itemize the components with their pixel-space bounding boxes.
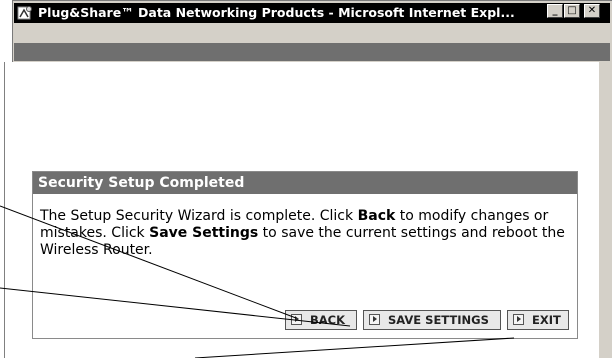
- title-bar[interactable]: Plug&Share™ Data Networking Products - M…: [14, 3, 610, 23]
- save-settings-button-label: SAVE SETTINGS: [388, 313, 489, 327]
- maximize-button[interactable]: □: [564, 4, 580, 18]
- minimize-button[interactable]: _: [547, 4, 563, 18]
- panel-message: The Setup Security Wizard is complete. C…: [40, 208, 570, 259]
- back-button-label: BACK: [310, 313, 346, 327]
- security-complete-panel: Security Setup Completed The Setup Secur…: [32, 171, 578, 339]
- exit-button[interactable]: EXIT: [507, 310, 569, 330]
- internet-explorer-icon: [17, 6, 32, 20]
- window-title: Plug&Share™ Data Networking Products - M…: [38, 5, 515, 20]
- arrow-right-icon: [369, 314, 380, 325]
- panel-title: Security Setup Completed: [33, 172, 577, 194]
- message-text-1: The Setup Security Wizard is complete. C…: [40, 208, 358, 224]
- arrow-right-icon: [291, 314, 302, 325]
- message-save-emphasis: Save Settings: [149, 225, 259, 241]
- close-button[interactable]: ✕: [584, 4, 600, 18]
- exit-button-label: EXIT: [532, 313, 561, 327]
- top-banner-strip: [14, 43, 610, 61]
- message-back-emphasis: Back: [357, 208, 396, 224]
- save-settings-button[interactable]: SAVE SETTINGS: [363, 310, 501, 330]
- back-button[interactable]: BACK: [285, 310, 357, 330]
- arrow-right-icon: [513, 314, 524, 325]
